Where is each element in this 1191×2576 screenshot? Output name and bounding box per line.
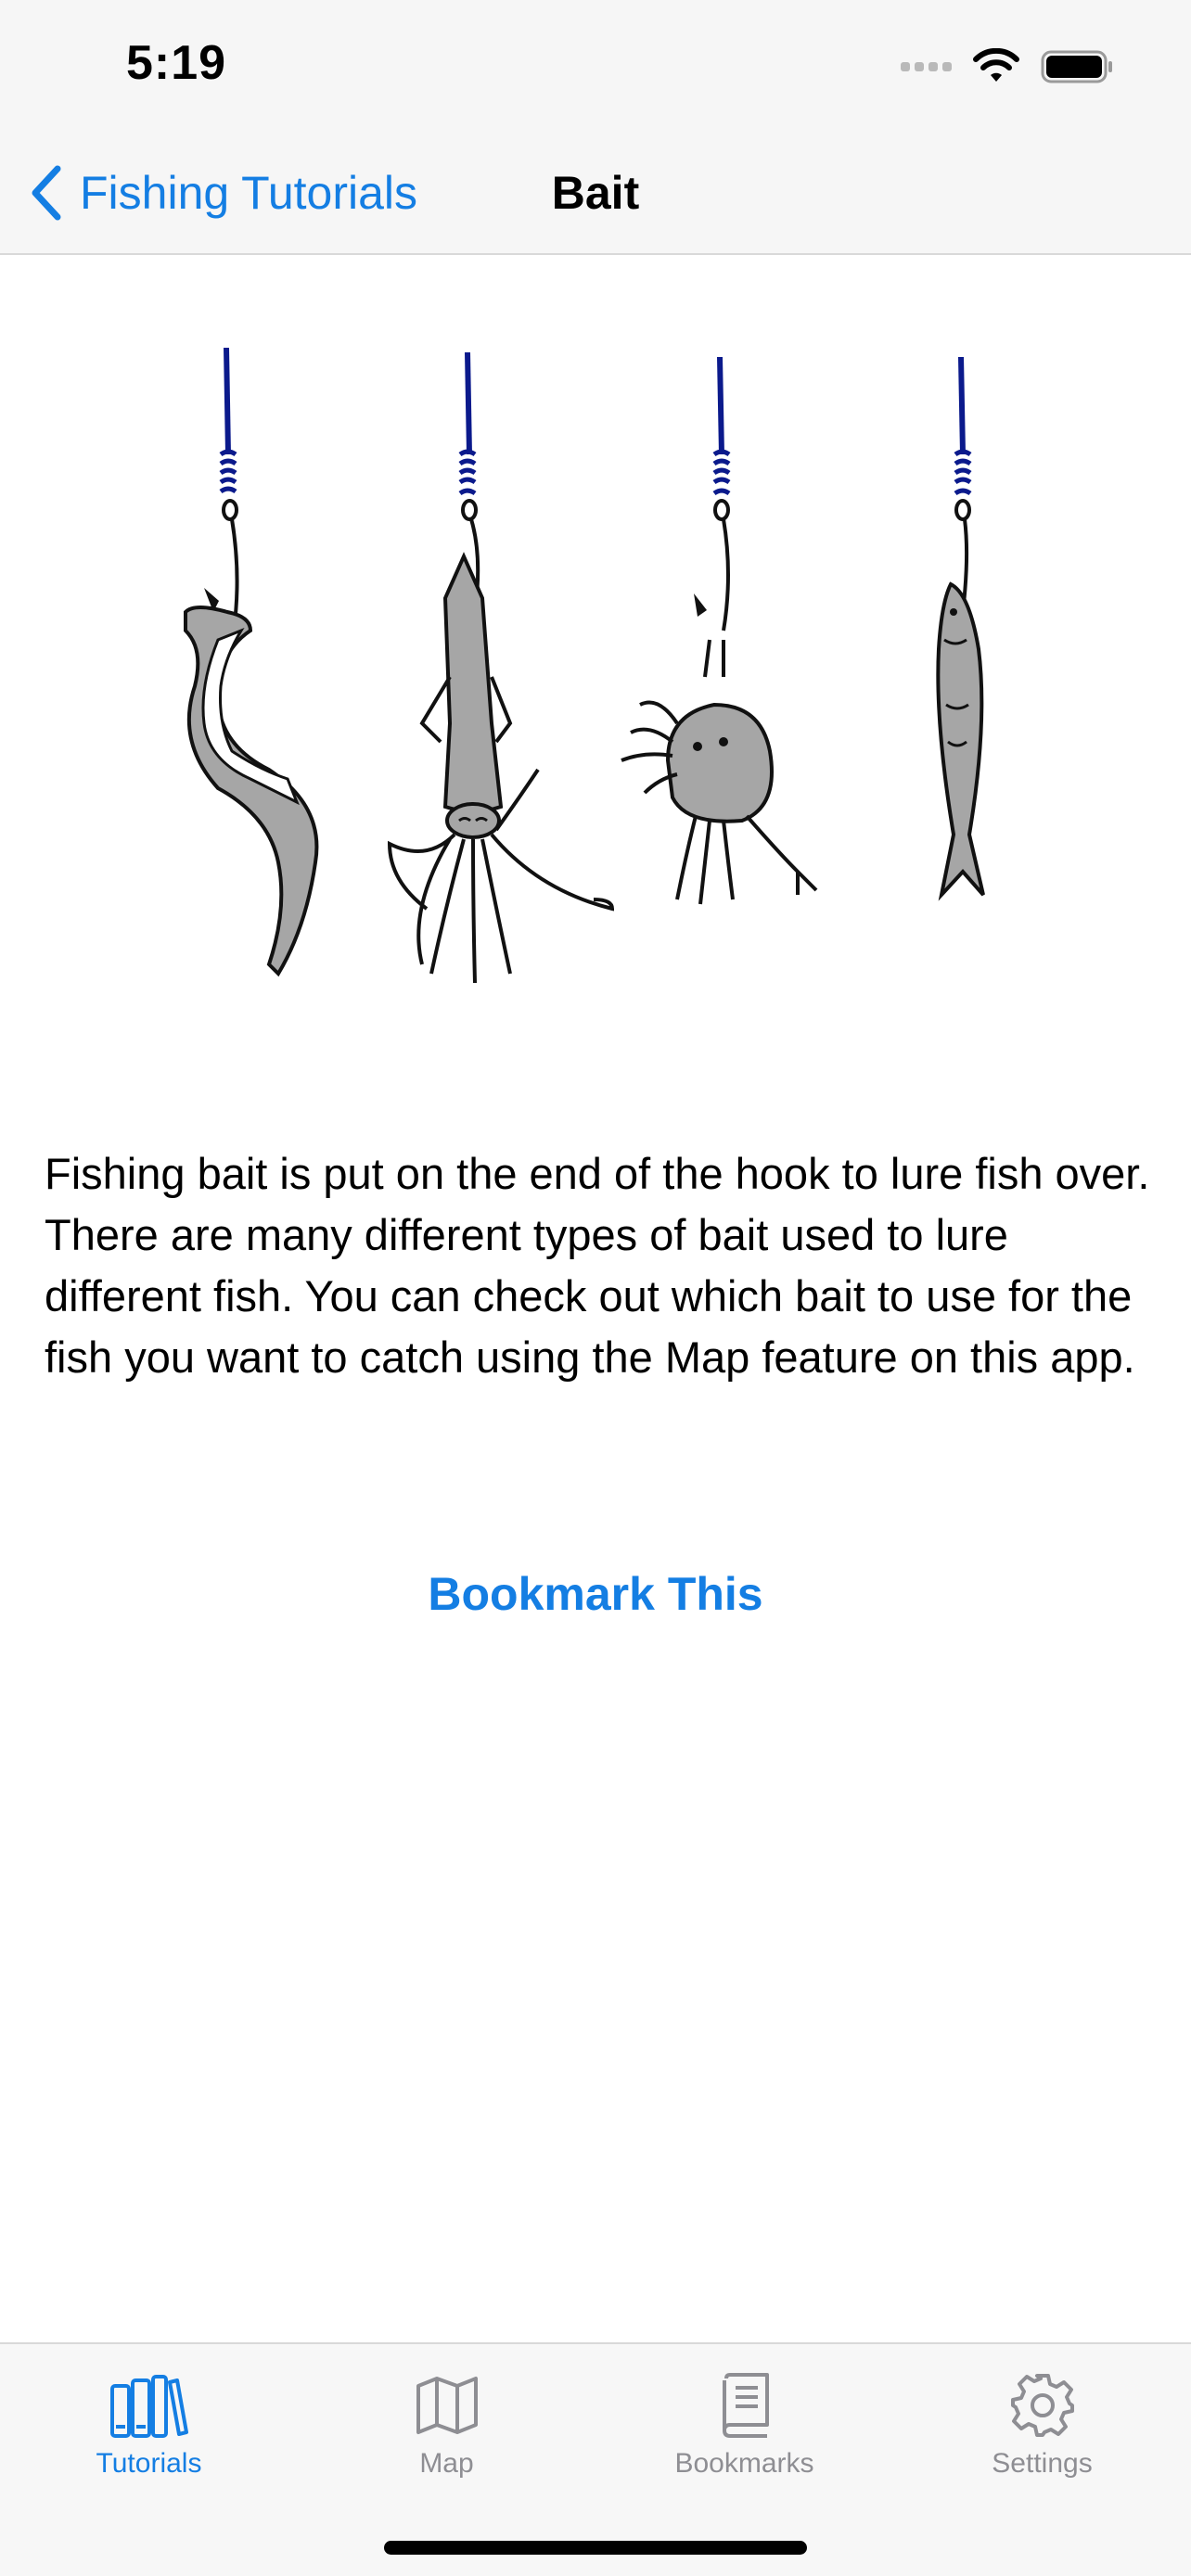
tab-settings[interactable]: Settings — [893, 2368, 1191, 2480]
book-icon — [722, 2373, 769, 2438]
bookmark-button[interactable]: Bookmark This — [0, 1567, 1191, 1621]
bait-illustration — [184, 347, 985, 984]
squid-bait-image — [387, 351, 615, 984]
back-button[interactable]: Fishing Tutorials — [30, 160, 417, 225]
gear-icon — [1010, 2374, 1074, 2437]
tab-label: Map — [419, 2448, 474, 2479]
fish-bait-image — [936, 356, 985, 901]
status-time: 5:19 — [126, 36, 227, 90]
navigation-bar: Fishing Tutorials Bait — [0, 134, 1191, 255]
tab-bookmarks[interactable]: Bookmarks — [596, 2368, 893, 2480]
tab-label: Bookmarks — [674, 2448, 814, 2479]
worm-bait-image — [184, 347, 319, 977]
status-bar: 5:19 — [0, 0, 1191, 134]
cellular-signal-icon — [901, 62, 952, 71]
crab-bait-image — [621, 356, 818, 905]
tab-map[interactable]: Map — [298, 2368, 596, 2480]
screen: 5:19 Fishing Tutorials Bait Fishing bait… — [0, 0, 1191, 2576]
home-indicator[interactable] — [384, 2541, 807, 2555]
map-icon — [416, 2377, 478, 2434]
wifi-icon — [973, 48, 1019, 82]
tab-tutorials[interactable]: Tutorials — [0, 2368, 298, 2480]
tab-label: Settings — [992, 2448, 1093, 2479]
tab-label: Tutorials — [96, 2448, 202, 2479]
battery-icon — [1041, 50, 1112, 83]
description-paragraph: Fishing bait is put on the end of the ho… — [45, 1149, 1150, 1198]
status-icons — [901, 45, 1115, 89]
description-paragraph: There are many different types of bait u… — [45, 1210, 1135, 1382]
back-button-label: Fishing Tutorials — [80, 167, 418, 219]
books-icon — [109, 2375, 188, 2438]
chevron-left-icon — [32, 165, 61, 221]
tutorial-description: Fishing bait is put on the end of the ho… — [45, 1143, 1158, 1388]
